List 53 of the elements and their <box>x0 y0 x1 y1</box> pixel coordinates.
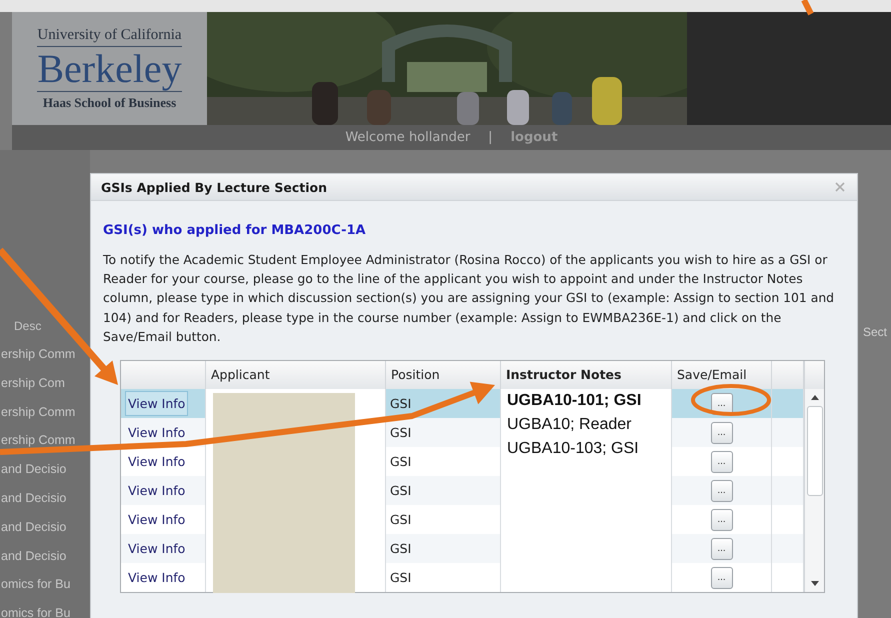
welcome-text: Welcome hollander <box>345 130 470 145</box>
scroll-down-icon[interactable] <box>810 581 818 586</box>
scrollbar[interactable] <box>805 389 824 592</box>
note-line: UGBA10; Reader <box>507 415 633 436</box>
table-cell-text: and Decisio <box>0 518 68 536</box>
dialog-heading: GSI(s) who applied for MBA200C-1A <box>103 223 367 238</box>
save-email-button[interactable]: ... <box>710 566 732 589</box>
save-email-button[interactable]: ... <box>710 450 732 473</box>
table-cell: GSI <box>386 418 501 448</box>
table-cell-text: and Decisio <box>0 490 68 507</box>
view-info-link[interactable]: View Info <box>125 478 188 504</box>
view-info-link[interactable]: View Info <box>125 420 188 446</box>
column-header: Position <box>386 361 501 390</box>
table-cell-text: omics for Bu <box>0 605 72 618</box>
column-header: Desc <box>13 318 42 335</box>
save-email-button[interactable]: ... <box>710 480 732 502</box>
nav-separator: | <box>488 130 493 145</box>
column-header: Save/Email <box>672 361 772 390</box>
table-cell[interactable]: View Info <box>121 476 206 506</box>
logo-text: University of California <box>37 26 182 46</box>
logo-text: Haas School of Business <box>42 94 176 110</box>
scroll-up-icon[interactable] <box>810 395 818 400</box>
table-cell-text: and Decisio <box>0 461 68 478</box>
annotation-line <box>801 0 814 16</box>
column-header: Instructor Notes <box>501 361 672 390</box>
table-cell[interactable]: View Info <box>121 389 206 418</box>
save-email-button[interactable]: ... <box>710 422 732 444</box>
view-info-link[interactable]: View Info <box>125 507 188 532</box>
dialog-title: GSIs Applied By Lecture Section <box>101 180 328 194</box>
view-info-link[interactable]: View Info <box>125 536 188 562</box>
table-cell: GSI <box>386 534 501 564</box>
note-line: UGBA10-101; GSI <box>507 391 642 412</box>
header-cell <box>805 361 824 390</box>
column-header: Applicant <box>206 361 386 390</box>
view-info-link[interactable]: View Info <box>125 391 188 416</box>
table-cell-text: ership Com <box>0 374 66 392</box>
save-email-button[interactable]: ... <box>710 508 732 531</box>
view-info-link[interactable]: View Info <box>125 449 188 474</box>
table-cell-text: ership Comm <box>0 432 76 450</box>
table-cell-text: omics for Bu <box>0 576 72 594</box>
close-icon[interactable] <box>835 182 845 192</box>
table-cell[interactable]: View Info <box>121 534 206 564</box>
note-line: UGBA10-103; GSI <box>507 439 640 460</box>
column-header: Sect <box>863 325 888 341</box>
save-email-button[interactable]: ... <box>710 538 732 560</box>
table-cell-text: and Decisio <box>0 548 68 565</box>
view-info-link[interactable]: View Info <box>125 565 188 590</box>
scrollbar-thumb[interactable] <box>806 406 822 496</box>
logo-text: Berkeley <box>37 46 182 92</box>
table-cell-text: ership Comm <box>0 346 76 363</box>
table-cell-text: ership Comm <box>0 404 76 421</box>
instructions-text: To notify the Academic Student Employee Administrator (Rosina Rocco) of the applicants you wish to hire as a GSI or Reader for your course, please go to the line of the applicant you wish to appoint and under the Instructor Notes column, please type in which discussion section(s) you are assigning your GSI to (example: Assign to section 101 and 104) and for Readers, please type in the course number (example: Assign to EWMBA236E-1) and click on the Save/Email button. <box>103 251 836 346</box>
table-cell: GSI <box>386 476 501 506</box>
